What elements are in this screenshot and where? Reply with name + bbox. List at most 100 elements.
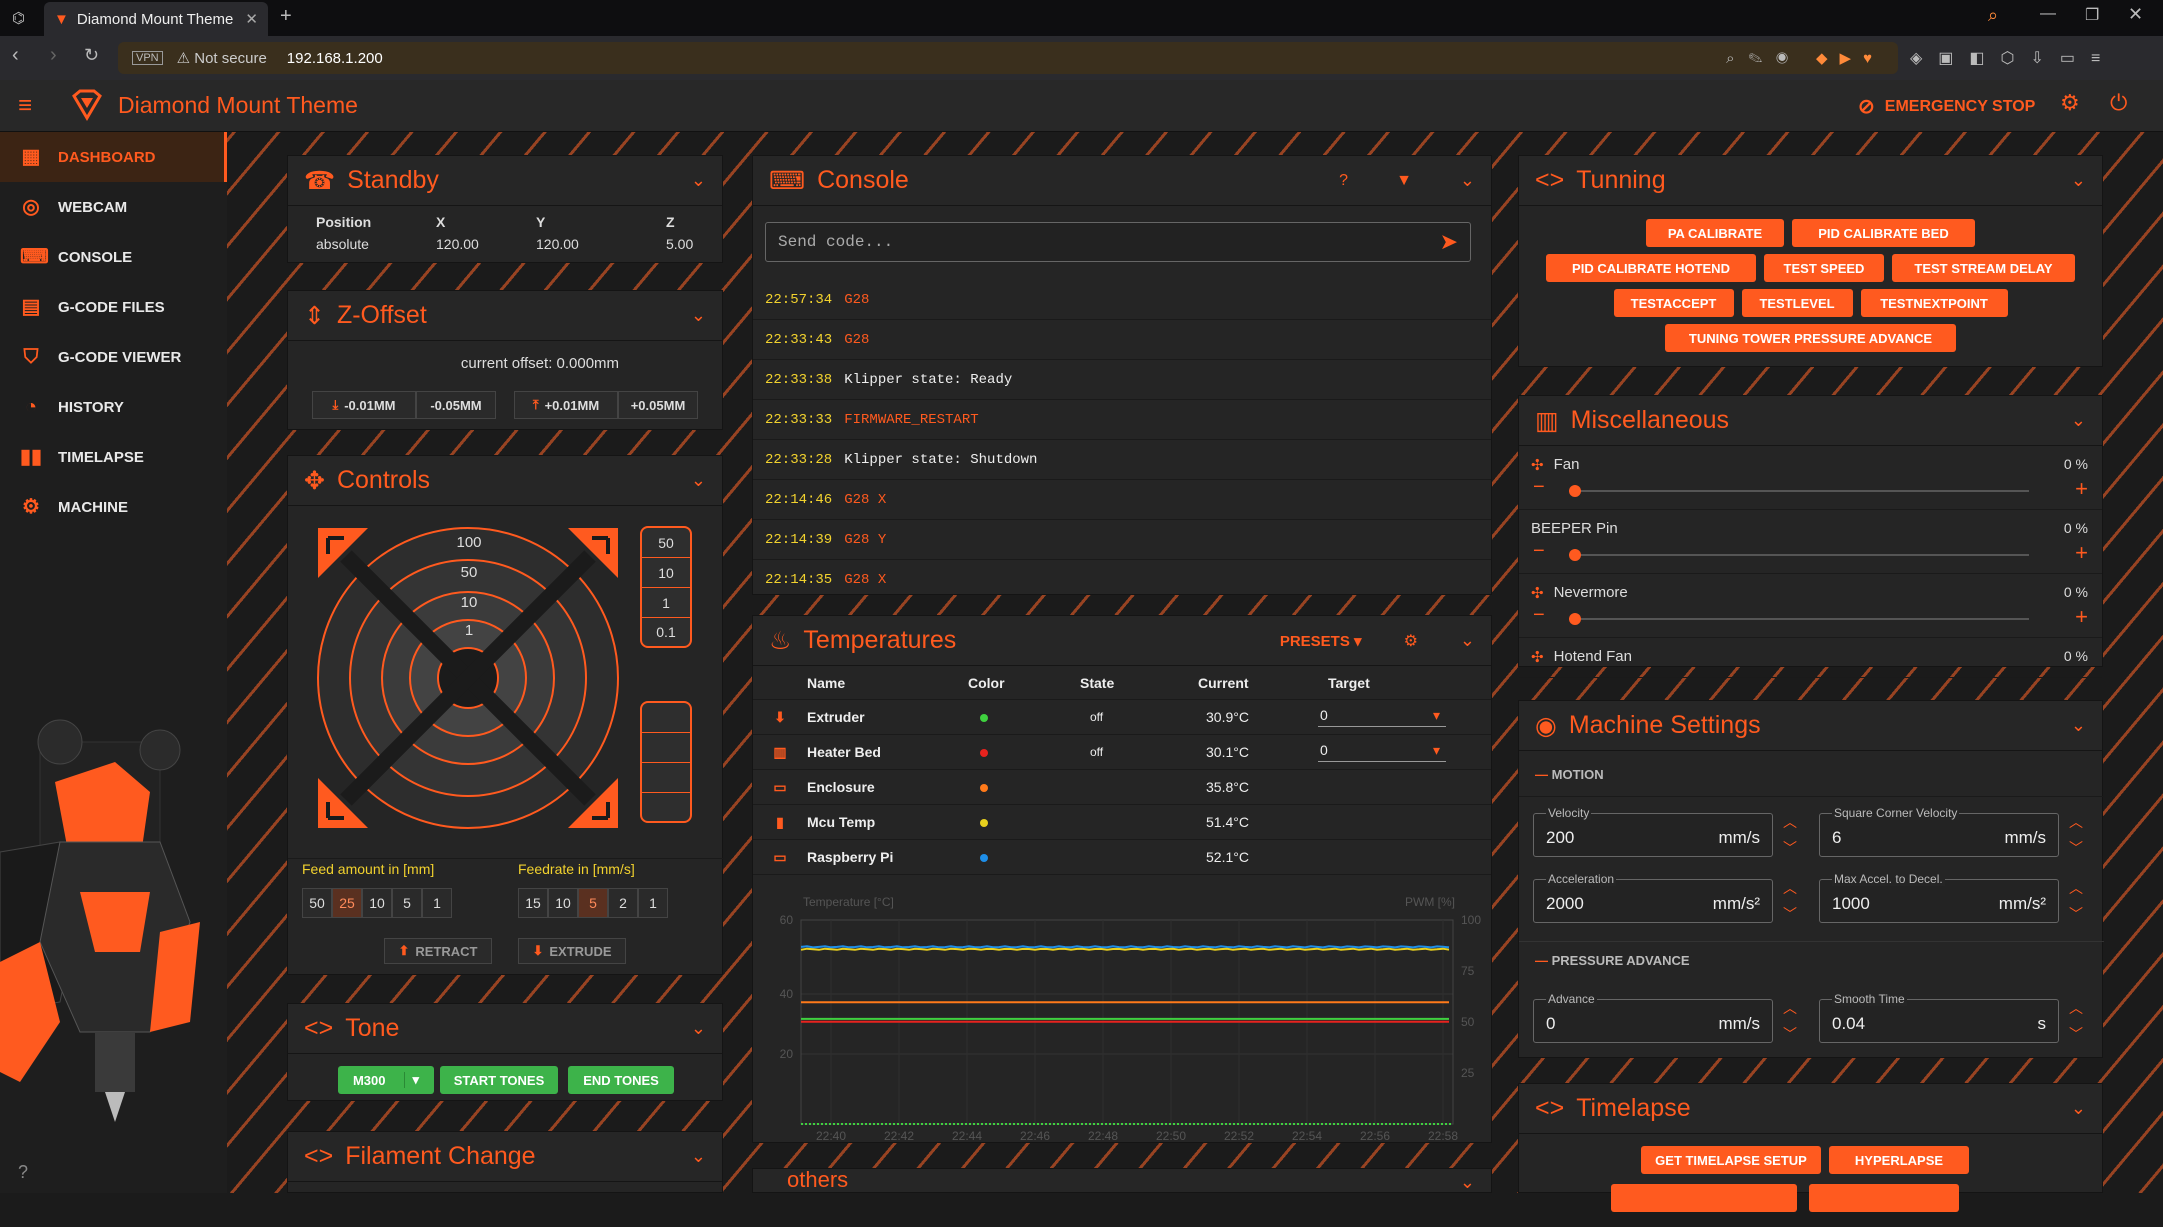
dropdown-icon[interactable]: ▾: [1433, 707, 1440, 724]
chevron-down-icon[interactable]: ⌄: [691, 470, 706, 491]
others-header[interactable]: others ⌄: [753, 1169, 1491, 1192]
close-window-icon[interactable]: ✕: [2128, 4, 2143, 25]
setting-field-acceleration[interactable]: Acceleration 2000 mm/s²: [1533, 872, 1773, 923]
controls-header[interactable]: ✥ Controls ⌄: [288, 456, 722, 506]
feedrate-option[interactable]: 10: [548, 888, 578, 918]
xy-jog-pad[interactable]: 100 50 10 1: [316, 526, 656, 836]
tuning-macro-button[interactable]: TEST SPEED: [1764, 254, 1884, 282]
tone-header[interactable]: <> Tone ⌄: [288, 1004, 722, 1054]
series-color-dot[interactable]: [980, 714, 988, 722]
plus-icon[interactable]: +: [2075, 540, 2088, 566]
stepper-icon[interactable]: ︿ ﹀: [1783, 875, 1797, 927]
temperatures-header[interactable]: ♨ Temperatures PRESETS ▾ ⚙ ⌄: [753, 616, 1491, 666]
plus-icon[interactable]: +: [2075, 604, 2088, 630]
z-up-0.01-button[interactable]: ⤒ +0.01MM: [514, 391, 618, 419]
timelapse-header[interactable]: <> Timelapse ⌄: [1519, 1084, 2102, 1134]
new-tab-icon[interactable]: +: [280, 5, 292, 28]
nav-item-machine[interactable]: ⚙ MACHINE: [0, 482, 227, 532]
menu-icon[interactable]: ≡: [18, 92, 32, 120]
nav-item-g-code-files[interactable]: ▤ G-CODE FILES: [0, 282, 227, 332]
z-down-0.05-button[interactable]: -0.05MM: [416, 391, 496, 419]
position-mode[interactable]: absolute: [316, 236, 436, 252]
z-step-0.1[interactable]: 0.1: [642, 618, 690, 646]
target-temp-input[interactable]: 0 ▾: [1318, 742, 1446, 762]
setting-field-smooth-time[interactable]: Smooth Time 0.04 s: [1819, 992, 2059, 1043]
setting-field-advance[interactable]: Advance 0 mm/s: [1533, 992, 1773, 1043]
vpn-badge[interactable]: VPN: [132, 51, 163, 65]
feedrate-option[interactable]: 1: [638, 888, 668, 918]
setting-field-square-corner-velocity[interactable]: Square Corner Velocity 6 mm/s: [1819, 806, 2059, 857]
tuning-macro-button[interactable]: PA CALIBRATE: [1646, 219, 1784, 247]
tuning-macro-button[interactable]: TESTLEVEL: [1741, 289, 1853, 317]
tuning-macro-button[interactable]: TUNING TOWER PRESSURE ADVANCE: [1665, 324, 1956, 352]
get-timelapse-setup-button[interactable]: GET TIMELAPSE SETUP: [1641, 1146, 1821, 1174]
console-message[interactable]: G28 X: [844, 572, 886, 588]
gamepad-icon[interactable]: ⌬: [12, 9, 25, 27]
minus-icon[interactable]: −: [1533, 540, 1545, 563]
nav-item-webcam[interactable]: ◎ WEBCAM: [0, 182, 227, 232]
chevron-down-icon[interactable]: ⌄: [1460, 630, 1475, 651]
temp-sensor-name[interactable]: Enclosure: [807, 779, 875, 795]
slider-knob[interactable]: [1569, 549, 1581, 561]
gear-icon[interactable]: ⚙: [1404, 631, 1418, 651]
extrude-button[interactable]: ⬇ EXTRUDE: [518, 938, 626, 964]
misc-header[interactable]: ▥ Miscellaneous ⌄: [1519, 396, 2102, 446]
chevron-down-icon[interactable]: ⌄: [691, 1146, 706, 1167]
end-tones-button[interactable]: END TONES: [568, 1066, 674, 1094]
series-color-dot[interactable]: [980, 784, 988, 792]
timelapse-option-button-2[interactable]: [1809, 1184, 1959, 1212]
reload-icon[interactable]: ↻: [84, 45, 99, 66]
temp-sensor-name[interactable]: Heater Bed: [807, 744, 881, 760]
console-message[interactable]: G28: [844, 292, 869, 308]
setting-field-max-accel-to-decel-[interactable]: Max Accel. to Decel. 1000 mm/s²: [1819, 872, 2059, 923]
tuning-macro-button[interactable]: TEST STREAM DELAY: [1892, 254, 2075, 282]
jog-100[interactable]: 100: [444, 534, 494, 551]
tuning-macro-button[interactable]: PID CALIBRATE HOTEND: [1546, 254, 1756, 282]
z-jog-steps[interactable]: 50 10 1 0.1: [640, 526, 692, 648]
retract-button[interactable]: ⬆ RETRACT: [384, 938, 492, 964]
nav-item-history[interactable]: ◔ HISTORY: [0, 382, 227, 432]
filter-icon[interactable]: ▼: [1396, 172, 1412, 190]
feedrate-option[interactable]: 5: [578, 888, 608, 918]
series-color-dot[interactable]: [980, 854, 988, 862]
jog-50[interactable]: 50: [444, 564, 494, 581]
temp-sensor-name[interactable]: Raspberry Pi: [807, 849, 893, 865]
emergency-stop-button[interactable]: ⊘ EMERGENCY STOP: [1858, 94, 2035, 119]
z-up-0.05-button[interactable]: +0.05MM: [618, 391, 698, 419]
feed-option[interactable]: 5: [392, 888, 422, 918]
tuning-macro-button[interactable]: TESTNEXTPOINT: [1860, 289, 2008, 317]
console-input[interactable]: Send code... ➤: [765, 222, 1471, 262]
console-message[interactable]: G28 X: [844, 492, 886, 508]
tuning-header[interactable]: <> Tunning ⌄: [1519, 156, 2102, 206]
url-text[interactable]: 192.168.1.200: [287, 50, 383, 67]
minus-icon[interactable]: −: [1533, 604, 1545, 627]
dropdown-icon[interactable]: ▾: [1433, 742, 1440, 759]
url-bar[interactable]: VPN ⚠ Not secure 192.168.1.200 ⌕✎◉ ◆▶♥: [118, 42, 1898, 74]
jog-1[interactable]: 1: [444, 622, 494, 639]
console-header[interactable]: ⌨ Console ? ▼ ⌄: [753, 156, 1491, 206]
search-icon[interactable]: ⌕: [1988, 5, 1998, 26]
series-color-dot[interactable]: [980, 819, 988, 827]
tuning-macro-button[interactable]: TESTACCEPT: [1613, 289, 1734, 317]
browser-extensions[interactable]: ◈▣◧⬡⇩▭≡: [1910, 48, 2116, 68]
close-tab-icon[interactable]: ✕: [245, 10, 258, 28]
standby-header[interactable]: ☎ Standby ⌄: [288, 156, 722, 206]
series-color-dot[interactable]: [980, 749, 988, 757]
temp-sensor-name[interactable]: Extruder: [807, 709, 865, 725]
start-tones-button[interactable]: START TONES: [440, 1066, 558, 1094]
slider-knob[interactable]: [1569, 485, 1581, 497]
z-jog-down[interactable]: [640, 701, 692, 823]
feed-option[interactable]: 50: [302, 888, 332, 918]
tuning-macro-button[interactable]: PID CALIBRATE BED: [1792, 219, 1975, 247]
chevron-down-icon[interactable]: ⌄: [2071, 715, 2086, 736]
chevron-down-icon[interactable]: ⌄: [1460, 1172, 1475, 1192]
chevron-down-icon[interactable]: ⌄: [1460, 170, 1475, 191]
help-icon[interactable]: ?: [18, 1162, 28, 1183]
chevron-down-icon[interactable]: ⌄: [691, 305, 706, 326]
setting-field-velocity[interactable]: Velocity 200 mm/s: [1533, 806, 1773, 857]
console-message[interactable]: G28 Y: [844, 532, 886, 548]
output-slider[interactable]: [1569, 549, 2029, 561]
chevron-down-icon[interactable]: ⌄: [691, 170, 706, 191]
hyperlapse-button[interactable]: HYPERLAPSE: [1829, 1146, 1969, 1174]
feed-option[interactable]: 25: [332, 888, 362, 918]
